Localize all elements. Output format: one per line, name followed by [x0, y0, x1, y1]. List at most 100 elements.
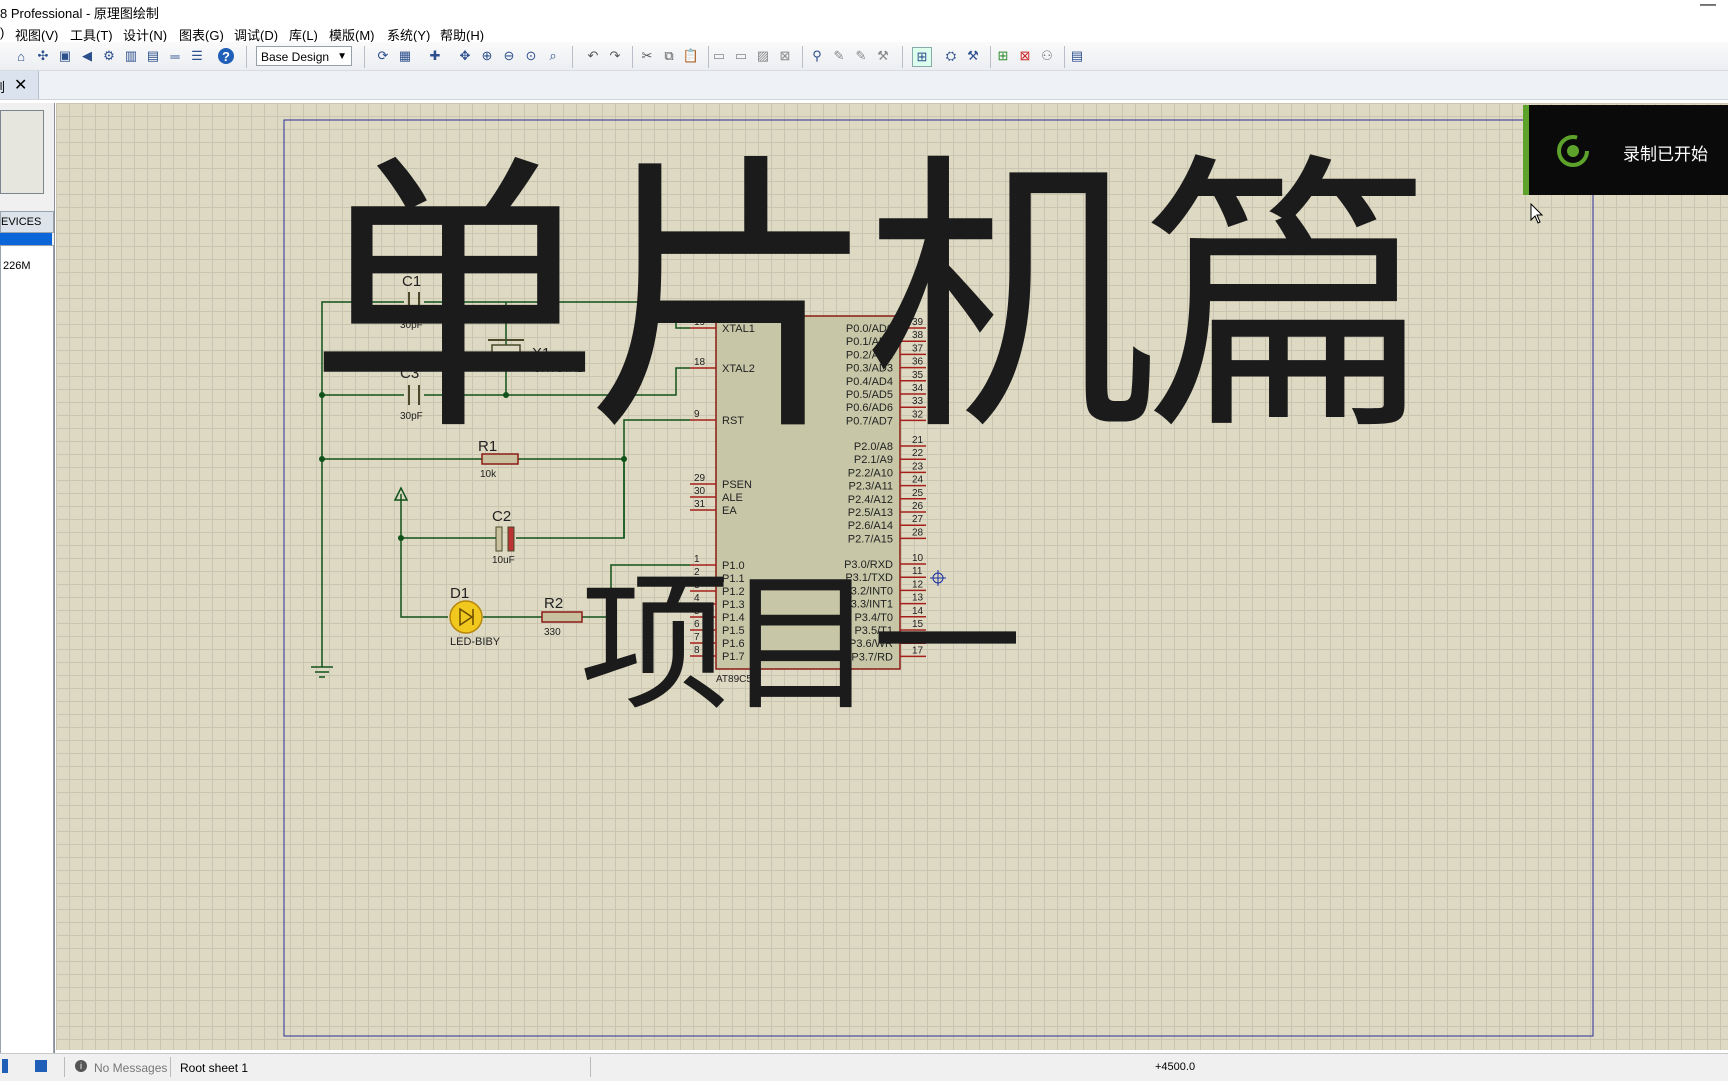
pin-name: P2.4/A12 — [848, 494, 893, 506]
d1-led — [449, 600, 483, 634]
r1-value: 10k — [480, 469, 497, 480]
pin-number: 29 — [694, 473, 706, 484]
stop-icon[interactable] — [35, 1060, 47, 1072]
zoom-all-icon[interactable]: ⊙ — [522, 47, 540, 65]
chevron-down-icon: ▼ — [337, 51, 347, 62]
toolbar-separator — [990, 46, 991, 68]
window-title: 8 Professional - 原理图绘制 — [0, 6, 159, 21]
close-icon[interactable]: ✕ — [14, 75, 27, 95]
toolbar-separator — [1064, 46, 1065, 68]
device-selected-row[interactable] — [0, 233, 52, 245]
home-icon[interactable]: ⌂ — [12, 47, 30, 65]
new-sheet-icon[interactable]: ⊞ — [994, 47, 1012, 65]
list-icon[interactable]: ☰ — [188, 47, 206, 65]
toolbar-separator — [246, 46, 247, 68]
toolbar: ⌂ ✣ ▣ ◀ ⚙ ▥ ▤ ═ ☰ ? Base Design ▼ ⟳ ▦ ✚ ✥… — [0, 42, 1728, 71]
redo-icon[interactable]: ↷ — [606, 47, 624, 65]
info-icon: i — [75, 1060, 87, 1072]
gear-icon[interactable]: ⚙ — [100, 47, 118, 65]
toolbar-separator — [802, 46, 803, 68]
tab-schematic[interactable]: 刨 ✕ — [0, 71, 39, 99]
title-bar: 8 Professional - 原理图绘制 — — [0, 0, 1728, 22]
overlay-subtitle: 项目一 — [580, 558, 1022, 732]
messages-status[interactable]: No Messages — [94, 1061, 167, 1075]
undo-icon[interactable]: ↶ — [584, 47, 602, 65]
save-icon[interactable]: ▥ — [122, 47, 140, 65]
zoom-in-icon[interactable]: ⊕ — [478, 47, 496, 65]
zoom-out-icon[interactable]: ⊖ — [500, 47, 518, 65]
origin-icon[interactable]: ✚ — [426, 47, 444, 65]
coordinate-readout: +4500.0 — [1155, 1061, 1196, 1073]
sheet-status[interactable]: Root sheet 1 — [180, 1061, 248, 1075]
toolbar-separator — [364, 46, 365, 68]
pick-device-icon[interactable]: ⚲ — [808, 47, 826, 65]
copy-icon[interactable]: ⧉ — [660, 47, 678, 65]
c2-ref: C2 — [492, 508, 511, 525]
minimize-button[interactable]: — — [1700, 0, 1716, 14]
pin-name: P2.7/A15 — [848, 533, 893, 545]
grid-icon[interactable]: ▦ — [396, 47, 414, 65]
toolbar-separator — [572, 46, 573, 68]
pin-name: P2.6/A14 — [848, 520, 893, 532]
pause-icon[interactable] — [2, 1059, 8, 1073]
block-move-icon[interactable]: ▭ — [732, 47, 750, 65]
toolbar-separator — [708, 46, 709, 68]
d1-ref: D1 — [450, 585, 469, 602]
menu-bar: ) 视图(V) 工具(T) 设计(N) 图表(G) 调试(D) 库(L) 模版(… — [0, 22, 1728, 44]
mouse-cursor-icon — [1530, 203, 1544, 224]
c2-capacitor — [495, 526, 515, 552]
list-item[interactable]: 226M — [3, 260, 31, 272]
bus-icon[interactable]: ═ — [166, 47, 184, 65]
pin-name: P2.5/A13 — [848, 507, 893, 519]
r2-ref: R2 — [544, 595, 563, 612]
remove-sheet-icon[interactable]: ⊠ — [1016, 47, 1034, 65]
doc-icon[interactable]: ▤ — [144, 47, 162, 65]
netlist-icon[interactable]: ▤ — [1068, 47, 1086, 65]
make-device-icon[interactable]: ✎ — [830, 47, 848, 65]
pin-number: 27 — [912, 514, 924, 525]
pin-number: 24 — [912, 475, 924, 486]
block-rotate-icon[interactable]: ▨ — [754, 47, 772, 65]
pin-number: 28 — [912, 527, 924, 538]
pin-name: PSEN — [722, 479, 752, 491]
zoom-area-icon[interactable]: ⌕ — [544, 47, 562, 65]
back-icon[interactable]: ◀ — [78, 47, 96, 65]
status-bar: i No Messages Root sheet 1 +4500.0 — [0, 1053, 1728, 1081]
chip-icon[interactable]: ▣ — [56, 47, 74, 65]
tab-bar: 刨 ✕ — [0, 71, 1728, 100]
cut-icon[interactable]: ✂ — [638, 47, 656, 65]
pin-name: EA — [722, 505, 737, 517]
pan-icon[interactable]: ✥ — [456, 47, 474, 65]
parent-sheet-icon[interactable]: ⚇ — [1038, 47, 1056, 65]
package-icon[interactable]: ✎ — [852, 47, 870, 65]
toolbar-separator — [632, 46, 633, 68]
overview-preview[interactable] — [0, 110, 44, 194]
property-tool-icon[interactable]: ⚒ — [964, 47, 982, 65]
pin-number: 25 — [912, 488, 924, 499]
search-icon[interactable]: ⛭ — [942, 47, 960, 65]
pin-number: 31 — [694, 499, 706, 510]
block-copy-icon[interactable]: ▭ — [710, 47, 728, 65]
toolbar-separator — [902, 46, 903, 68]
devices-header[interactable]: EVICES — [0, 211, 54, 233]
refresh-icon[interactable]: ⟳ — [374, 47, 392, 65]
decompose-icon[interactable]: ⚒ — [874, 47, 892, 65]
tab-label: 刨 — [0, 77, 5, 96]
overlay-title: 单片机篇 — [308, 130, 1434, 470]
c2-value: 10uF — [492, 555, 515, 566]
paste-icon[interactable]: 📋 — [682, 47, 700, 65]
d1-value: LED-BIBY — [450, 636, 501, 648]
record-icon — [1557, 135, 1589, 167]
variant-select[interactable]: Base Design ▼ — [256, 46, 352, 66]
status-separator — [590, 1057, 591, 1077]
component-icon[interactable]: ✣ — [34, 47, 52, 65]
wire-autorouter-icon[interactable]: ⊞ — [912, 47, 932, 67]
device-list[interactable]: 226M — [0, 245, 54, 1055]
recording-toast: 录制已开始 — [1523, 105, 1728, 195]
block-delete-icon[interactable]: ⊠ — [776, 47, 794, 65]
recording-text: 录制已开始 — [1623, 145, 1708, 164]
ground-symbol — [311, 666, 333, 678]
help-icon[interactable]: ? — [218, 48, 234, 64]
menu-file[interactable]: ) — [0, 25, 4, 40]
r2-resistor — [541, 611, 583, 623]
